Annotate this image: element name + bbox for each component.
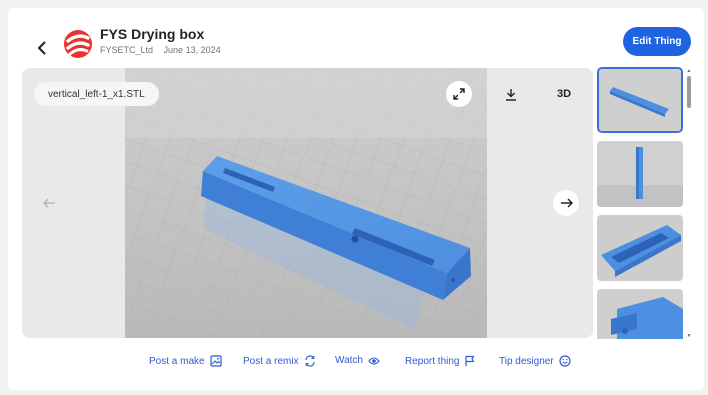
expand-icon — [453, 88, 465, 100]
scroll-down-icon[interactable]: ▼ — [686, 333, 692, 339]
thing-card: FYS Drying box FYSETC_Ltd June 13, 2024 … — [8, 8, 704, 390]
thumbnail-2[interactable] — [597, 141, 683, 207]
thing-actions: Post a make Post a remix Watch Report th… — [8, 355, 704, 371]
previous-image-button[interactable] — [36, 190, 62, 216]
download-icon — [506, 88, 516, 101]
post-remix-button[interactable]: Post a remix — [243, 355, 316, 367]
back-button[interactable] — [30, 36, 54, 60]
report-thing-button[interactable]: Report thing — [405, 355, 476, 367]
arrow-left-icon — [42, 198, 55, 208]
model-render — [125, 68, 487, 338]
model-viewer[interactable]: vertical_left-1_x1.STL 3D — [22, 68, 593, 338]
brand-logo — [63, 29, 93, 59]
thumbnail-1[interactable] — [597, 67, 683, 133]
download-button[interactable] — [498, 81, 524, 107]
tip-designer-button[interactable]: Tip designer — [499, 355, 571, 367]
thumbnail-strip — [597, 67, 685, 339]
scrollbar-thumb[interactable] — [687, 76, 691, 108]
fullscreen-button[interactable] — [446, 81, 472, 107]
eye-icon — [368, 356, 380, 365]
flag-icon — [465, 355, 475, 366]
arrow-right-icon — [560, 198, 573, 208]
author-link[interactable]: FYSETC_Ltd — [100, 45, 153, 55]
post-make-button[interactable]: Post a make — [149, 355, 222, 367]
thing-meta: FYSETC_Ltd June 13, 2024 — [100, 45, 229, 55]
page-title: FYS Drying box — [100, 26, 205, 42]
watch-button[interactable]: Watch — [335, 355, 380, 366]
file-name-chip: vertical_left-1_x1.STL — [34, 82, 159, 106]
view-3d-button[interactable]: 3D — [551, 81, 577, 107]
thumbnail-3[interactable] — [597, 215, 683, 281]
scroll-up-icon[interactable]: ▲ — [686, 68, 692, 74]
next-image-button[interactable] — [553, 190, 579, 216]
remix-icon — [304, 355, 315, 367]
chevron-left-icon — [38, 41, 46, 55]
edit-thing-button[interactable]: Edit Thing — [623, 27, 691, 56]
thumbnail-4[interactable] — [597, 289, 683, 339]
publish-date: June 13, 2024 — [163, 45, 221, 55]
image-icon — [209, 355, 222, 367]
thumbnail-scrollbar[interactable]: ▲ ▼ — [686, 68, 692, 340]
smile-icon — [559, 355, 571, 367]
